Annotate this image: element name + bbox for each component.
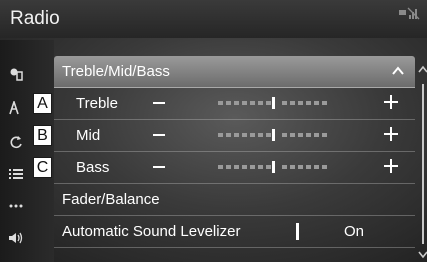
treble-label: Treble (76, 95, 118, 112)
level-indicator (272, 97, 275, 109)
level-dot (258, 101, 263, 105)
level-dot (298, 133, 303, 137)
treble-mid-bass-header[interactable]: Treble/Mid/Bass (54, 56, 415, 88)
level-dot (290, 165, 295, 169)
sound-settings-icon[interactable] (8, 100, 24, 116)
callout-c: C (33, 157, 52, 178)
level-dot (234, 165, 239, 169)
level-dot (250, 133, 255, 137)
level-dot (234, 101, 239, 105)
level-dot (226, 133, 231, 137)
callout-b: B (33, 125, 52, 146)
level-dot (250, 165, 255, 169)
bass-row: Bass (54, 151, 415, 184)
level-dot (218, 165, 223, 169)
level-dot (250, 101, 255, 105)
title-bar: Radio (0, 0, 427, 38)
radio-screen: Radio Treble/Mid/Bass Treble Mid Bass Fa… (0, 0, 427, 262)
group-label: Treble/Mid/Bass (62, 63, 170, 80)
level-dot (258, 133, 263, 137)
fader-balance-row[interactable]: Fader/Balance (54, 184, 415, 216)
level-dot (218, 133, 223, 137)
level-dot (282, 133, 287, 137)
level-dot (266, 133, 271, 137)
level-dot (290, 101, 295, 105)
level-dot (306, 101, 311, 105)
mid-label: Mid (76, 127, 101, 144)
level-dot (242, 101, 247, 105)
mid-row: Mid (54, 119, 415, 152)
speaker-icon[interactable] (8, 230, 24, 246)
level-dot (314, 133, 319, 137)
asl-label: Automatic Sound Levelizer (62, 223, 241, 240)
level-dot (234, 133, 239, 137)
treble-row: Treble (54, 87, 415, 120)
treble-plus-button[interactable] (384, 95, 398, 109)
level-dot (298, 165, 303, 169)
treble-minus-button[interactable] (153, 102, 165, 104)
level-dot (322, 101, 327, 105)
scroll-down-icon[interactable] (418, 246, 427, 262)
level-dot (226, 165, 231, 169)
level-indicator (272, 161, 275, 173)
level-indicator (272, 129, 275, 141)
level-dot (298, 101, 303, 105)
left-rail (0, 40, 54, 262)
asl-value: On (344, 223, 365, 240)
list-icon[interactable] (8, 166, 24, 182)
asl-row[interactable]: Automatic Sound Levelizer On (54, 216, 415, 248)
level-dot (242, 165, 247, 169)
treble-level-slider[interactable] (218, 97, 330, 109)
level-dot (266, 101, 271, 105)
bass-plus-button[interactable] (384, 159, 398, 173)
level-dot (258, 165, 263, 169)
scroll-up-icon[interactable] (418, 60, 427, 78)
level-dot (226, 101, 231, 105)
page-title: Radio (10, 8, 60, 29)
signal-icon (399, 6, 421, 20)
bass-level-slider[interactable] (218, 161, 330, 173)
callout-a: A (33, 93, 52, 114)
chevron-up-icon[interactable] (391, 64, 405, 78)
scroll-track[interactable] (422, 84, 424, 244)
mid-minus-button[interactable] (153, 134, 165, 136)
level-dot (314, 165, 319, 169)
level-dot (314, 101, 319, 105)
mid-plus-button[interactable] (384, 127, 398, 141)
sound-settings-list: Treble/Mid/Bass Treble Mid Bass Fader/Ba… (54, 56, 415, 262)
list-scrollbar[interactable] (417, 56, 427, 262)
level-dot (242, 133, 247, 137)
level-dot (282, 101, 287, 105)
refresh-icon[interactable] (8, 134, 24, 150)
value-divider (296, 223, 299, 240)
level-dot (218, 101, 223, 105)
level-dot (322, 165, 327, 169)
mid-level-slider[interactable] (218, 129, 330, 141)
bass-minus-button[interactable] (153, 166, 165, 168)
level-dot (306, 133, 311, 137)
fader-balance-label: Fader/Balance (62, 191, 160, 208)
level-dot (266, 165, 271, 169)
level-dot (290, 133, 295, 137)
bass-label: Bass (76, 159, 110, 176)
more-icon[interactable] (8, 198, 24, 214)
level-dot (282, 165, 287, 169)
level-dot (322, 133, 327, 137)
source-icon[interactable] (8, 66, 24, 82)
level-dot (306, 165, 311, 169)
